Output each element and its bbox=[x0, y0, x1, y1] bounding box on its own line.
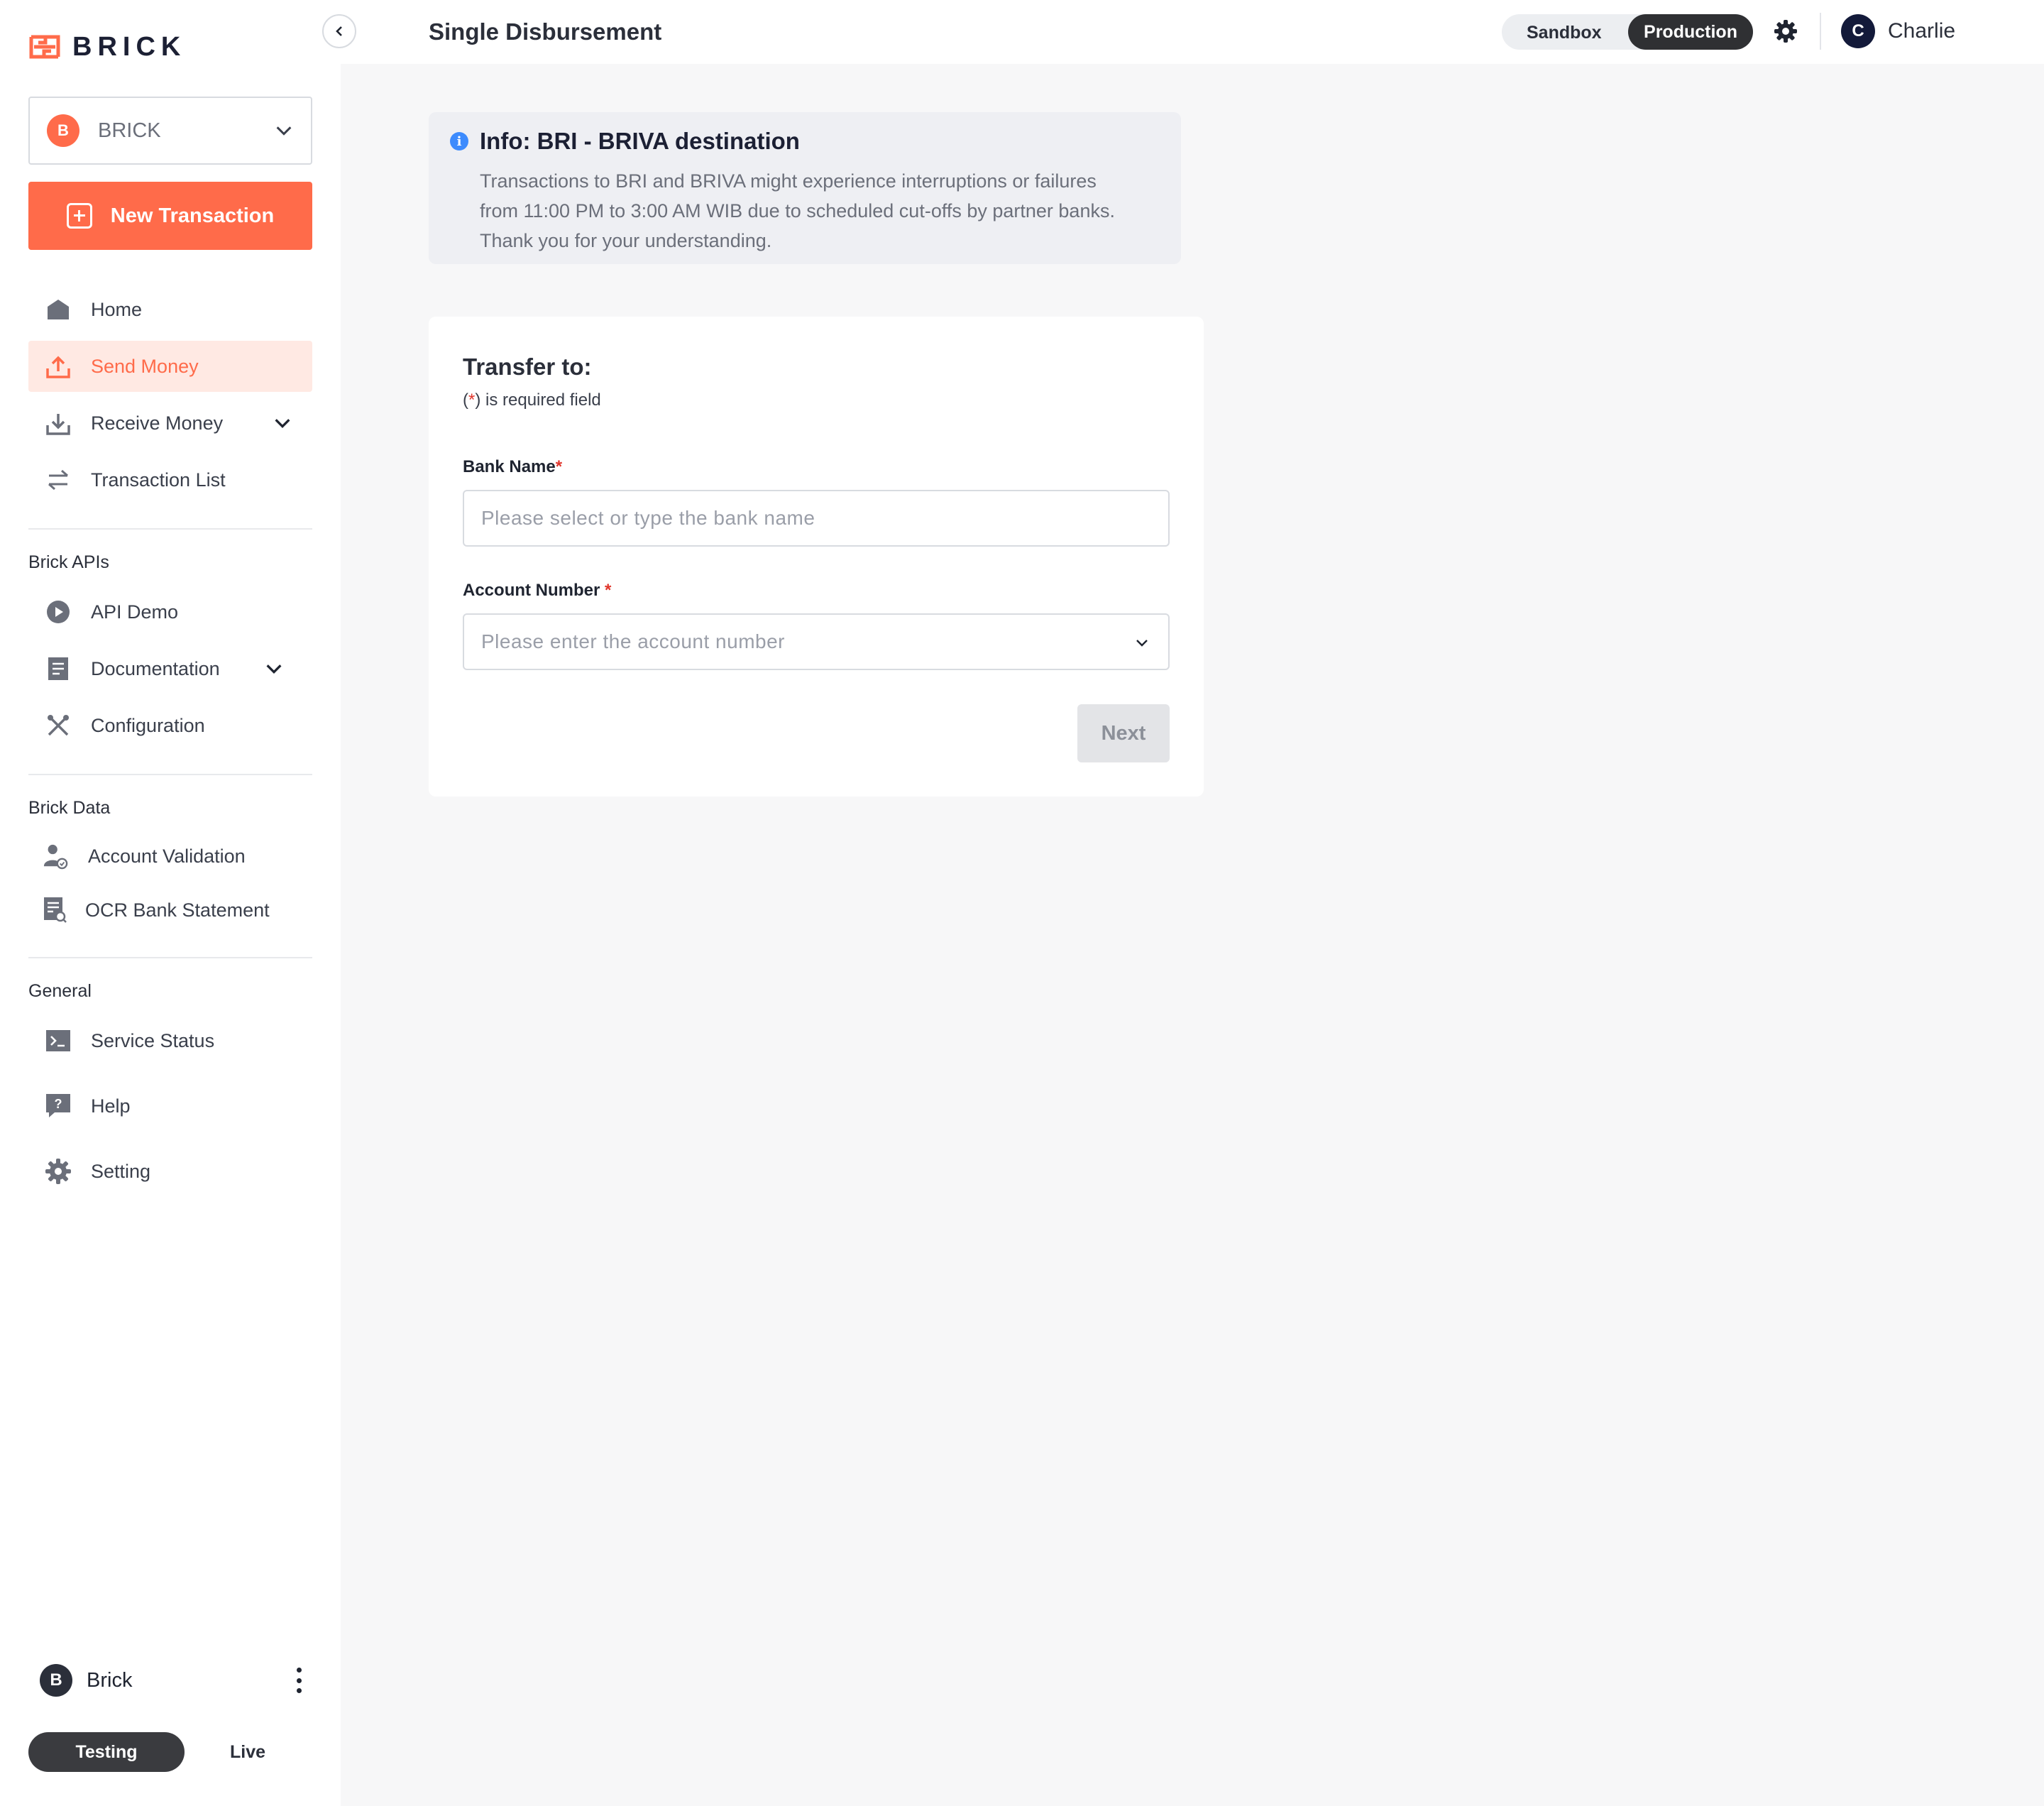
section-title-brick-data: Brick Data bbox=[28, 798, 111, 818]
nav-label-account-validation: Account Validation bbox=[88, 845, 246, 867]
nav-label-documentation: Documentation bbox=[91, 657, 220, 679]
nav-item-home[interactable]: Home bbox=[28, 284, 312, 335]
info-icon: i bbox=[450, 132, 468, 150]
sidebar-user-name: Brick bbox=[87, 1668, 133, 1692]
nav-item-help[interactable]: ? Help bbox=[28, 1080, 312, 1132]
page-title: Single Disbursement bbox=[429, 18, 662, 45]
org-select[interactable]: B BRICK bbox=[28, 97, 312, 165]
collapse-sidebar-button[interactable] bbox=[322, 14, 356, 48]
environment-switch: Sandbox Production bbox=[1502, 14, 1753, 50]
avatar: B bbox=[40, 1664, 72, 1697]
help-icon: ? bbox=[45, 1093, 71, 1119]
nav-item-documentation[interactable]: Documentation bbox=[28, 643, 312, 694]
nav-label-home: Home bbox=[91, 298, 143, 320]
divider bbox=[1820, 13, 1821, 50]
document-search-icon bbox=[43, 897, 68, 923]
chevron-down-icon bbox=[276, 126, 292, 136]
env-production-option[interactable]: Production bbox=[1628, 14, 1753, 50]
user-check-icon bbox=[43, 843, 68, 870]
nav-label-transaction-list: Transaction List bbox=[91, 469, 226, 491]
document-icon bbox=[45, 656, 71, 682]
bank-name-placeholder: Please select or type the bank name bbox=[481, 507, 815, 529]
gear-icon[interactable] bbox=[1773, 18, 1798, 44]
nav-item-setting[interactable]: Setting bbox=[28, 1146, 312, 1197]
info-text: Transactions to BRI and BRIVA might expe… bbox=[480, 166, 1160, 256]
chevron-left-icon bbox=[336, 26, 342, 36]
nav-label-ocr-bank-statement: OCR Bank Statement bbox=[85, 899, 270, 921]
home-icon bbox=[45, 297, 71, 322]
info-title: Info: BRI - BRIVA destination bbox=[480, 128, 800, 154]
tools-icon bbox=[45, 713, 71, 738]
section-title-brick-apis: Brick APIs bbox=[28, 552, 109, 572]
nav-item-ocr-bank-statement[interactable]: OCR Bank Statement bbox=[28, 885, 312, 936]
account-number-label: Account Number * bbox=[463, 581, 612, 600]
plus-square-icon bbox=[66, 203, 92, 229]
nav-label-send-money: Send Money bbox=[91, 355, 199, 377]
header-user-menu[interactable]: C Charlie bbox=[1841, 14, 1955, 48]
chevron-down-icon[interactable] bbox=[273, 413, 292, 433]
nav-label-setting: Setting bbox=[91, 1160, 151, 1182]
divider bbox=[28, 957, 312, 958]
bank-name-label: Bank Name* bbox=[463, 457, 563, 476]
org-name: BRICK bbox=[98, 119, 161, 142]
mode-live-button[interactable]: Live bbox=[230, 1742, 265, 1763]
sidebar: BRICK B BRICK New Transaction Home Send … bbox=[0, 0, 341, 1806]
terminal-icon bbox=[45, 1028, 71, 1054]
nav-item-api-demo[interactable]: API Demo bbox=[28, 586, 312, 637]
info-line: Thank you for your understanding. bbox=[480, 230, 772, 251]
gear-icon bbox=[45, 1159, 71, 1184]
play-circle-icon bbox=[45, 599, 71, 625]
info-banner: i Info: BRI - BRIVA destination Transact… bbox=[429, 112, 1181, 264]
upload-icon bbox=[45, 354, 71, 379]
divider bbox=[28, 774, 312, 775]
more-options-icon[interactable] bbox=[295, 1668, 302, 1693]
new-transaction-button[interactable]: New Transaction bbox=[28, 182, 312, 250]
nav-label-configuration: Configuration bbox=[91, 714, 205, 736]
info-line: Transactions to BRI and BRIVA might expe… bbox=[480, 170, 1097, 192]
mode-testing-button[interactable]: Testing bbox=[28, 1732, 185, 1772]
form-title: Transfer to: bbox=[463, 354, 592, 380]
required-note: (*) is required field bbox=[463, 390, 601, 410]
nav-item-configuration[interactable]: Configuration bbox=[28, 700, 312, 751]
brick-wordmark: BRICK bbox=[72, 31, 187, 62]
nav-label-service-status: Service Status bbox=[91, 1029, 215, 1051]
chevron-down-icon[interactable] bbox=[264, 659, 284, 679]
bank-name-input[interactable]: Please select or type the bank name bbox=[463, 490, 1170, 547]
next-button[interactable]: Next bbox=[1077, 704, 1170, 762]
nav-label-api-demo: API Demo bbox=[91, 601, 179, 623]
nav-item-account-validation[interactable]: Account Validation bbox=[28, 831, 312, 882]
download-icon bbox=[45, 410, 71, 436]
header-user-name: Charlie bbox=[1888, 19, 1956, 43]
nav-item-service-status[interactable]: Service Status bbox=[28, 1015, 312, 1066]
account-number-input[interactable]: Please enter the account number bbox=[463, 613, 1170, 670]
nav-item-send-money[interactable]: Send Money bbox=[28, 341, 312, 392]
nav-label-receive-money: Receive Money bbox=[91, 412, 224, 434]
env-sandbox-option[interactable]: Sandbox bbox=[1527, 23, 1602, 43]
info-line: from 11:00 PM to 3:00 AM WIB due to sche… bbox=[480, 200, 1115, 221]
avatar: C bbox=[1841, 14, 1875, 48]
nav-item-transaction-list[interactable]: Transaction List bbox=[28, 454, 312, 505]
org-avatar: B bbox=[47, 114, 79, 147]
transfer-form-card: Transfer to: (*) is required field Bank … bbox=[429, 317, 1204, 797]
svg-text:?: ? bbox=[55, 1097, 62, 1111]
chevron-down-icon bbox=[1136, 640, 1148, 647]
sidebar-user: B Brick bbox=[40, 1664, 302, 1697]
account-number-placeholder: Please enter the account number bbox=[481, 630, 785, 652]
new-transaction-label: New Transaction bbox=[110, 204, 275, 227]
nav-label-help: Help bbox=[91, 1095, 131, 1117]
mode-toggle: Testing Live bbox=[28, 1732, 312, 1772]
brick-logo[interactable]: BRICK bbox=[28, 31, 186, 62]
brick-logo-icon bbox=[29, 35, 60, 59]
section-title-general: General bbox=[28, 981, 92, 1001]
divider bbox=[28, 528, 312, 530]
nav-item-receive-money[interactable]: Receive Money bbox=[28, 398, 312, 449]
swap-arrows-icon bbox=[45, 467, 71, 493]
